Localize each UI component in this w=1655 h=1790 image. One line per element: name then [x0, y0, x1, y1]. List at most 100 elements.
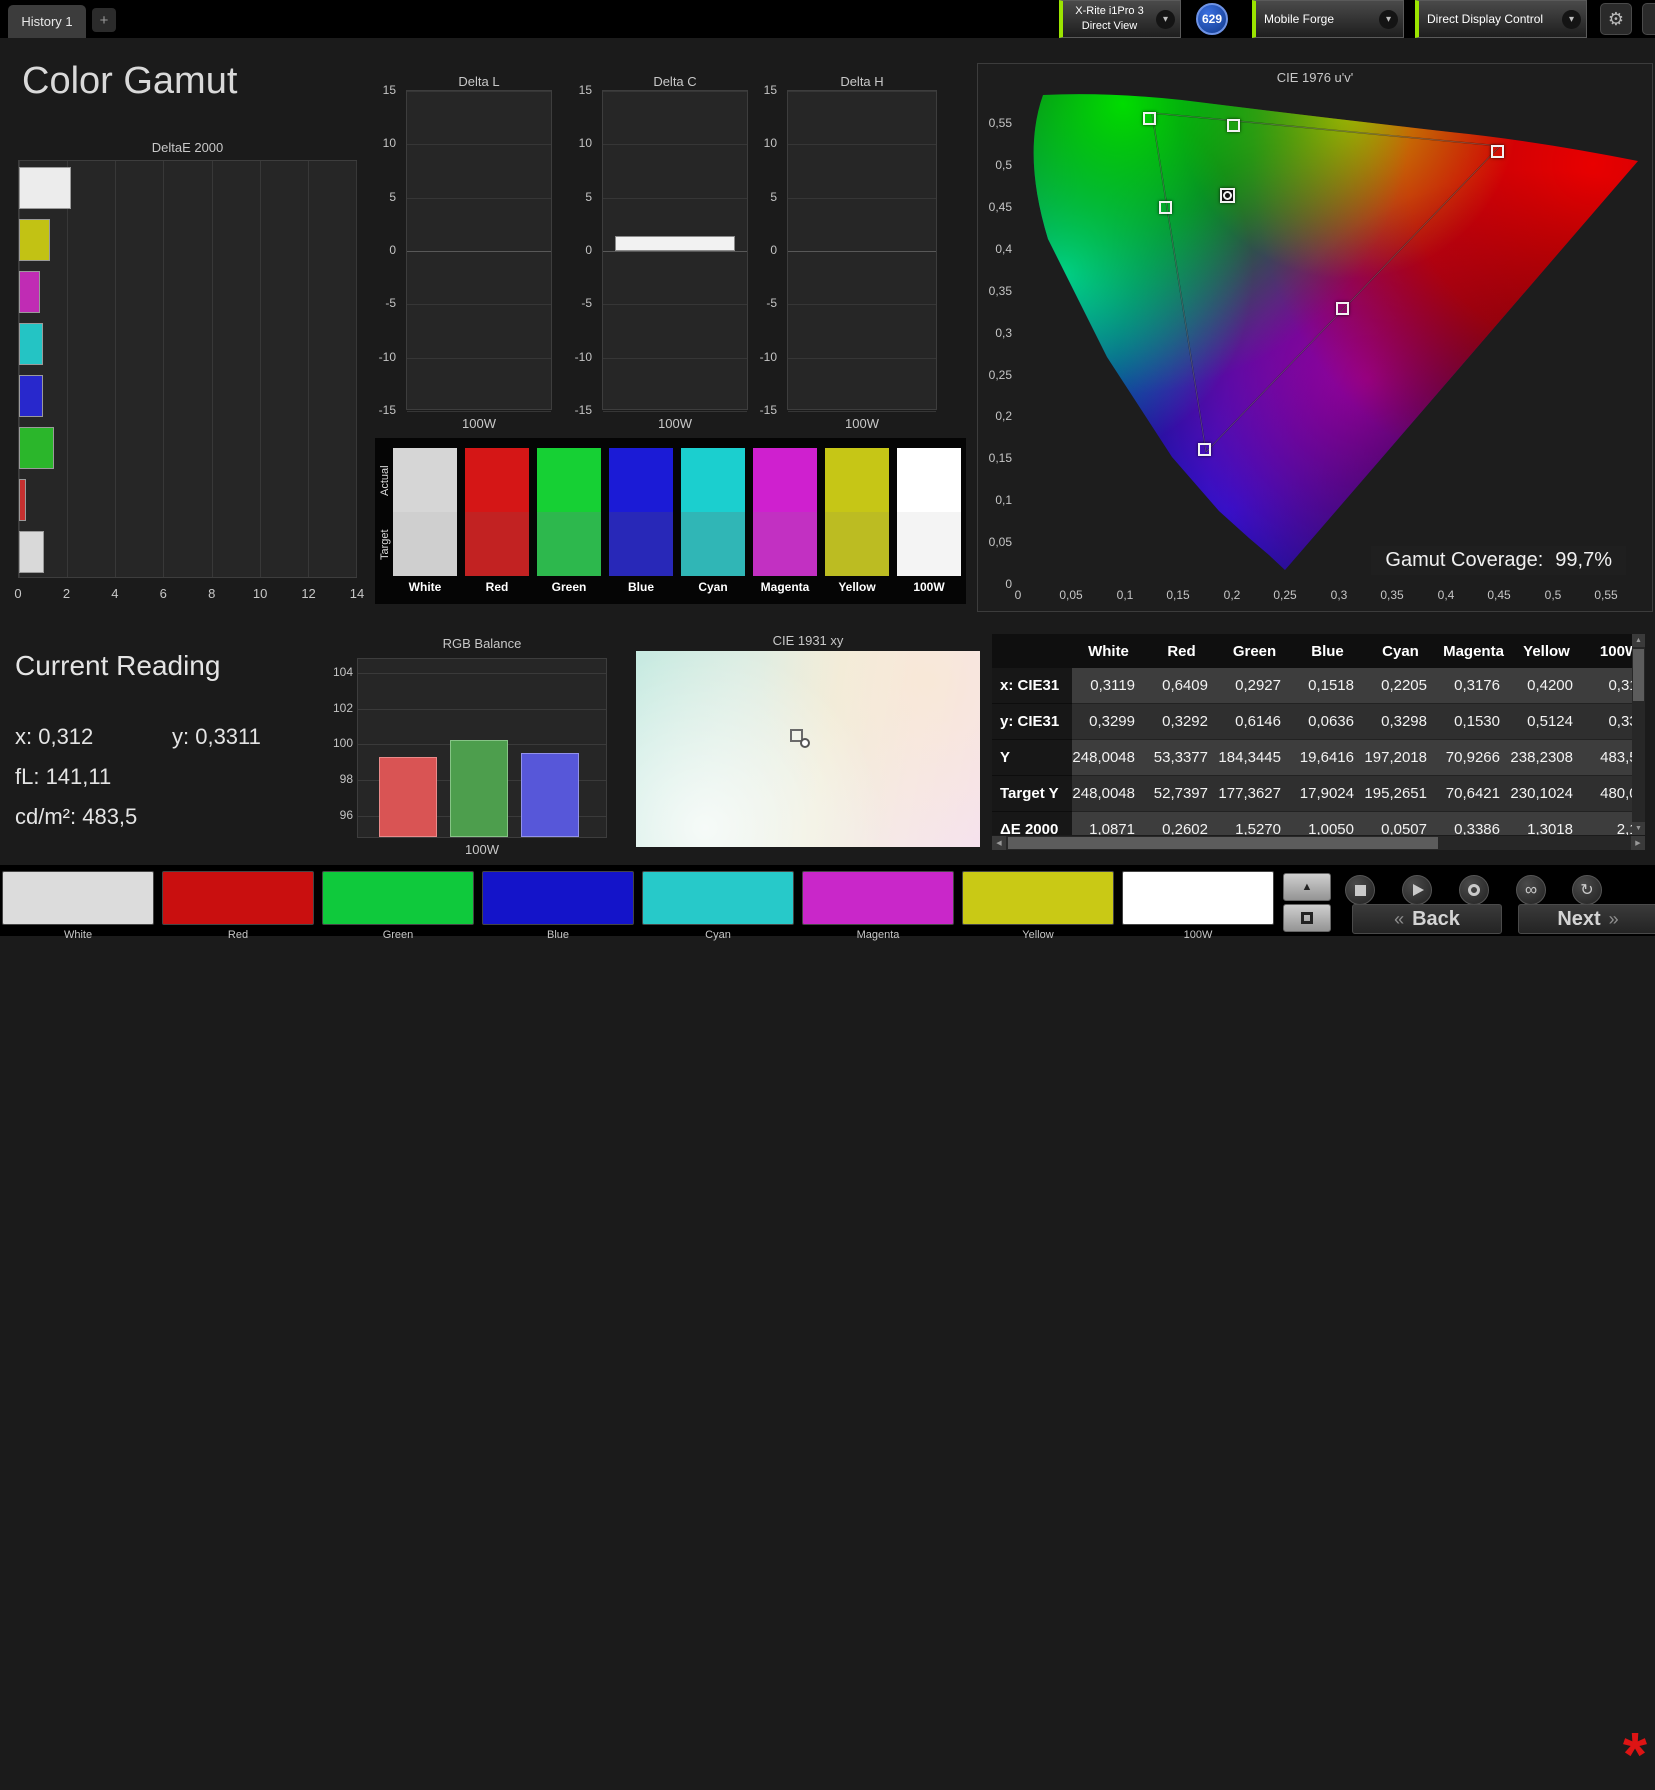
patch-color-swatch[interactable] [482, 871, 634, 925]
table-cell: 0,5124 [1510, 704, 1583, 740]
swatch-column: White [393, 448, 457, 594]
y-axis-tick-label: 5 [770, 190, 777, 204]
table-cell: 53,3377 [1145, 740, 1218, 776]
y-axis-tick-label: 0,3 [995, 326, 1012, 340]
y-axis-tick-label: 10 [382, 136, 396, 150]
current-reading-y: y: 0,3311 [172, 724, 261, 749]
next-button[interactable]: Next » [1518, 904, 1655, 934]
swatch-label: Cyan [698, 580, 728, 594]
actual-color-swatch [393, 448, 457, 512]
scroll-down-icon[interactable]: ▼ [1632, 822, 1645, 835]
x-axis-tick-label: 0,1 [1116, 588, 1134, 602]
y-axis-tick-label: 5 [389, 190, 396, 204]
gridline [788, 358, 936, 359]
continuous-measure-button[interactable]: ∞ [1516, 875, 1546, 905]
table-row: ΔE 2000 1,0871 0,2602 1,5270 1,0050 0,0507 0,… [992, 812, 1632, 835]
workflow-dropdown[interactable]: Direct Display Control ▾ [1415, 0, 1587, 38]
pattern-up-button[interactable]: ▲ [1283, 873, 1331, 901]
x-axis-label: 100W [658, 416, 692, 431]
source-dropdown[interactable]: Mobile Forge ▾ [1252, 0, 1404, 38]
single-measure-button[interactable] [1459, 875, 1489, 905]
table-cell: 0,2602 [1145, 812, 1218, 835]
patch-color-swatch[interactable] [162, 871, 314, 925]
patch-selector-button[interactable]: Blue [482, 871, 634, 941]
table-cell: 70,9266 [1437, 740, 1510, 776]
gridline [603, 411, 747, 412]
target-color-swatch [753, 512, 817, 576]
current-reading-title: Current Reading [15, 650, 221, 681]
swatch-label: White [408, 580, 442, 594]
patch-selector-button[interactable]: White [2, 871, 154, 941]
new-tab-button[interactable]: + [92, 8, 116, 32]
scroll-left-icon[interactable]: ◀ [992, 836, 1006, 850]
clipped-toolbar-button[interactable] [1642, 3, 1655, 35]
back-button[interactable]: « Back [1352, 904, 1502, 934]
gridline [407, 358, 551, 359]
target-color-swatch [897, 512, 961, 576]
y-axis-tick-label: 0,1 [995, 493, 1012, 507]
table-cell: 177,3627 [1218, 776, 1291, 812]
yellow-secondary-marker [1227, 119, 1240, 132]
x-axis-tick-label: 0,05 [1059, 588, 1083, 602]
settings-gear-button[interactable]: ⚙ [1600, 3, 1632, 35]
patch-color-swatch[interactable] [2, 871, 154, 925]
patch-color-swatch[interactable] [1122, 871, 1274, 925]
next-button-label: Next [1557, 907, 1601, 930]
scrollbar-thumb[interactable] [1008, 837, 1438, 849]
play-button[interactable] [1402, 875, 1432, 905]
x-axis-tick-label: 0,3 [1330, 588, 1348, 602]
rgb-balance-title: RGB Balance [442, 636, 522, 651]
patch-selector-button[interactable]: Red [162, 871, 314, 941]
history-tab[interactable]: History 1 [8, 5, 86, 38]
scroll-up-icon[interactable]: ▲ [1632, 634, 1645, 647]
table-cell: 1,0871 [1072, 812, 1145, 835]
patch-selector-button[interactable]: Magenta [802, 871, 954, 941]
patch-selector-button[interactable]: 100W [1122, 871, 1274, 941]
scroll-right-icon[interactable]: ▶ [1631, 836, 1645, 850]
table-row-label: Target Y [992, 776, 1072, 812]
x-axis-tick-label: 4 [111, 586, 119, 601]
y-axis-tick-label: 0,35 [988, 284, 1012, 298]
refresh-button[interactable]: ↻ [1572, 875, 1602, 905]
table-row-label: ΔE 2000 [992, 812, 1072, 835]
page-title: Color Gamut [22, 60, 238, 102]
swatch-label: 100W [913, 580, 945, 594]
y-axis-tick-label: -15 [378, 403, 396, 417]
y-axis-tick-label: 10 [763, 136, 777, 150]
y-axis-tick-label: 15 [763, 83, 777, 97]
y-axis-tick-label: 0,4 [995, 242, 1012, 256]
patch-color-swatch[interactable] [642, 871, 794, 925]
y-axis-tick-label: 5 [585, 190, 592, 204]
table-row-label: Y [992, 740, 1072, 776]
chevron-down-icon: ▾ [1379, 9, 1398, 29]
patch-selector-button[interactable]: Cyan [642, 871, 794, 941]
meter-dropdown[interactable]: X-Rite i1Pro 3 Direct View ▾ [1059, 0, 1181, 38]
y-axis-tick-label: 0,55 [988, 116, 1012, 130]
table-cell: 1,0050 [1291, 812, 1364, 835]
stop-button[interactable] [1345, 875, 1375, 905]
swatch-column: 100W [897, 448, 961, 594]
y-axis-tick-label: 0 [770, 243, 777, 257]
table-row-label: x: CIE31 [992, 668, 1072, 704]
y-axis-tick-label: 102 [332, 701, 353, 715]
table-cell: 0,331 [1583, 704, 1632, 740]
gridline [788, 91, 936, 92]
patch-color-swatch[interactable] [802, 871, 954, 925]
table-column-header: Magenta [1443, 642, 1504, 660]
table-horizontal-scrollbar[interactable]: ◀ ▶ [992, 836, 1645, 850]
x-axis-tick-label: 0,25 [1273, 588, 1297, 602]
table-cell: 0,3292 [1145, 704, 1218, 740]
scrollbar-thumb[interactable] [1633, 649, 1644, 701]
patch-selector-button[interactable]: Green [322, 871, 474, 941]
gridline [788, 304, 936, 305]
patch-selector-button[interactable]: Yellow [962, 871, 1114, 941]
patch-color-swatch[interactable] [962, 871, 1114, 925]
back-button-label: Back [1412, 907, 1460, 930]
delta-c-plot-area [602, 90, 748, 412]
patch-color-swatch[interactable] [322, 871, 474, 925]
table-vertical-scrollbar[interactable]: ▲ ▼ [1632, 634, 1645, 835]
pattern-window-button[interactable] [1283, 904, 1331, 932]
table-column-header [992, 634, 1072, 668]
patch-label: Green [382, 929, 414, 941]
delta-l-plot-area [406, 90, 552, 412]
